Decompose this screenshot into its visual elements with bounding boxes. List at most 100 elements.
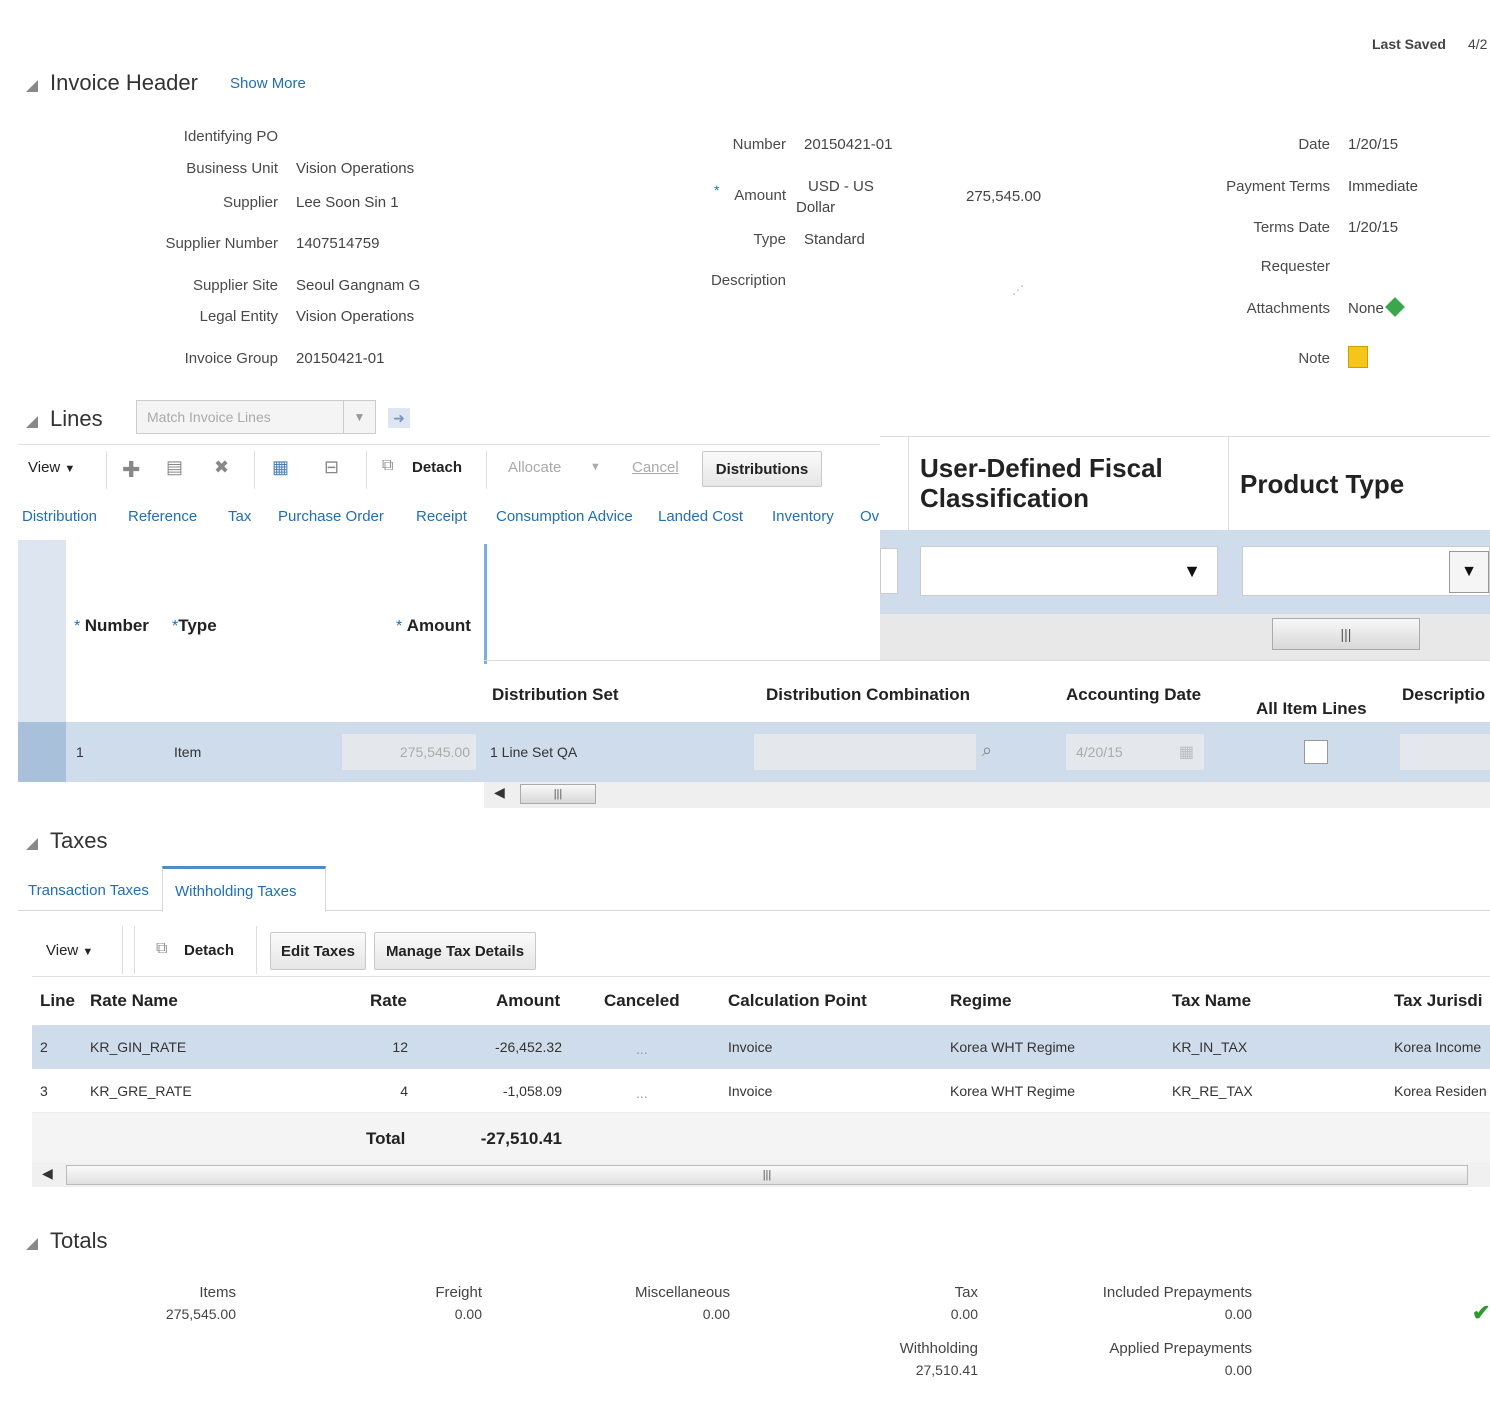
line-amount-field[interactable]: 275,545.00: [342, 734, 476, 770]
regime-column-header[interactable]: Regime: [950, 991, 1011, 1011]
collapse-taxes-icon[interactable]: [26, 838, 38, 850]
line-amount-value: 275,545.00: [399, 744, 470, 760]
legal-entity-label: Legal Entity: [199, 308, 278, 325]
tab-overflow[interactable]: Ov: [860, 508, 879, 525]
type-value[interactable]: Standard: [804, 231, 865, 248]
tax-jurisdiction-column-header[interactable]: Tax Jurisdi: [1394, 991, 1483, 1011]
line-row[interactable]: 1 Item 275,545.00 1 Line Set QA ⌕ 4/20/1…: [18, 722, 1490, 782]
collapse-invoice-header-icon[interactable]: [26, 80, 38, 92]
distributions-button[interactable]: Distributions: [702, 451, 822, 487]
view-menu[interactable]: View ▼: [28, 459, 75, 476]
collapse-lines-icon[interactable]: [26, 416, 38, 428]
description-field[interactable]: [1400, 734, 1490, 770]
scroll-left-icon[interactable]: ◀: [494, 784, 505, 801]
zoomed-scrollbar[interactable]: |||: [880, 614, 1490, 660]
rate-name-column-header[interactable]: Rate Name: [90, 991, 178, 1011]
detach-button[interactable]: Detach: [412, 459, 462, 476]
terms-date-label: Terms Date: [1253, 219, 1330, 236]
distribution-combination-field[interactable]: [754, 734, 976, 770]
row-selector[interactable]: [18, 722, 66, 782]
tab-distribution[interactable]: Distribution: [22, 508, 97, 525]
taxes-scrollbar[interactable]: ◀ |||: [32, 1163, 1490, 1187]
number-value: 20150421-01: [804, 136, 893, 153]
fiscal-classification-select[interactable]: ▼: [920, 546, 1218, 596]
description-header[interactable]: Descriptio: [1402, 685, 1485, 705]
search-icon[interactable]: ⌕: [982, 740, 992, 761]
required-asterisk: *: [714, 182, 720, 198]
calculation-point-column-header[interactable]: Calculation Point: [728, 991, 867, 1011]
add-attachment-icon[interactable]: [1385, 297, 1405, 317]
canceled-column-header[interactable]: Canceled: [604, 991, 680, 1011]
resize-handle-icon[interactable]: ⋰: [1012, 283, 1024, 297]
delete-row-icon[interactable]: ✖: [214, 457, 229, 478]
manage-tax-details-button[interactable]: Manage Tax Details: [374, 932, 536, 970]
amount-value[interactable]: 275,545.00: [966, 188, 1041, 205]
tab-withholding-taxes[interactable]: Withholding Taxes: [162, 866, 326, 912]
chevron-down-icon[interactable]: ▼: [343, 401, 375, 433]
table-row[interactable]: 3 KR_GRE_RATE 4 -1,058.09 ... Invoice Ko…: [32, 1069, 1490, 1113]
export-icon[interactable]: ▦: [272, 457, 289, 478]
table-row[interactable]: 2 KR_GIN_RATE 12 -26,452.32 ... Invoice …: [32, 1025, 1490, 1069]
tax-label: Tax: [954, 1284, 978, 1301]
business-unit-label: Business Unit: [186, 160, 278, 177]
tab-reference[interactable]: Reference: [128, 508, 197, 525]
taxes-view-menu[interactable]: View ▼: [46, 942, 93, 959]
note-icon[interactable]: [1348, 346, 1368, 368]
edit-row-icon[interactable]: ▤: [166, 457, 183, 478]
tab-transaction-taxes[interactable]: Transaction Taxes: [28, 882, 149, 899]
invoice-header-title: Invoice Header: [50, 70, 198, 95]
distribution-combination-header[interactable]: Distribution Combination: [766, 685, 970, 705]
totals-row: Total -27,510.41: [32, 1113, 1490, 1163]
partial-field[interactable]: [880, 548, 898, 594]
freeze-icon[interactable]: ⊟: [324, 457, 339, 478]
tab-inventory[interactable]: Inventory: [772, 508, 834, 525]
amount-label: Amount: [734, 187, 786, 204]
tab-consumption-advice[interactable]: Consumption Advice: [496, 508, 633, 525]
distribution-set-value[interactable]: 1 Line Set QA: [490, 744, 577, 760]
amount-column-header[interactable]: Amount: [496, 991, 560, 1011]
scrollbar-thumb[interactable]: |||: [1272, 618, 1420, 650]
show-more-link[interactable]: Show More: [230, 75, 306, 92]
line-type[interactable]: Item: [174, 744, 201, 760]
tab-purchase-order[interactable]: Purchase Order: [278, 508, 384, 525]
cancel-button[interactable]: Cancel: [632, 459, 679, 476]
all-item-lines-checkbox[interactable]: [1304, 740, 1328, 764]
lines-scrollbar[interactable]: ◀ |||: [484, 782, 1490, 808]
allocate-dropdown-icon[interactable]: ▼: [590, 461, 601, 473]
invoice-group-label: Invoice Group: [184, 350, 278, 367]
add-row-icon[interactable]: ✚: [122, 457, 140, 483]
tax-name-column-header[interactable]: Tax Name: [1172, 991, 1251, 1011]
go-arrow-icon[interactable]: ➜: [388, 408, 410, 428]
applied-prepayments-value: 0.00: [1224, 1362, 1252, 1378]
tab-receipt[interactable]: Receipt: [416, 508, 467, 525]
number-column-header[interactable]: * Number: [74, 616, 149, 636]
scrollbar-thumb[interactable]: |||: [66, 1165, 1468, 1185]
amount-column-header[interactable]: * Amount: [396, 616, 471, 636]
taxes-detach-button[interactable]: Detach: [184, 942, 234, 959]
type-column-header[interactable]: *Type: [172, 616, 217, 636]
amount-currency-line1[interactable]: USD - US: [808, 178, 874, 195]
accounting-date-field[interactable]: 4/20/15 ▦: [1066, 734, 1204, 770]
view-label: View: [28, 459, 61, 476]
column-divider: [1228, 437, 1229, 531]
required-asterisk: *: [396, 618, 403, 635]
line-column-header[interactable]: Line: [40, 991, 75, 1011]
tab-landed-cost[interactable]: Landed Cost: [658, 508, 743, 525]
match-invoice-lines-select[interactable]: Match Invoice Lines ▼: [136, 400, 376, 434]
tax-name: KR_RE_TAX: [1172, 1083, 1253, 1099]
tax-name: KR_IN_TAX: [1172, 1039, 1248, 1055]
all-item-lines-header[interactable]: All Item Lines: [1256, 699, 1367, 719]
supplier-value: Lee Soon Sin 1: [296, 194, 399, 211]
calendar-icon[interactable]: ▦: [1179, 742, 1194, 762]
product-type-select[interactable]: ▼: [1242, 546, 1490, 596]
tab-tax[interactable]: Tax: [228, 508, 251, 525]
scroll-left-icon[interactable]: ◀: [42, 1165, 53, 1182]
accounting-date-header[interactable]: Accounting Date: [1066, 685, 1201, 705]
attachments-label: Attachments: [1246, 300, 1330, 317]
distribution-set-header[interactable]: Distribution Set: [492, 685, 619, 705]
scrollbar-thumb[interactable]: |||: [520, 784, 596, 804]
edit-taxes-button[interactable]: Edit Taxes: [270, 932, 366, 970]
rate-column-header[interactable]: Rate: [370, 991, 407, 1011]
allocate-button[interactable]: Allocate: [508, 459, 561, 476]
collapse-totals-icon[interactable]: [26, 1238, 38, 1250]
